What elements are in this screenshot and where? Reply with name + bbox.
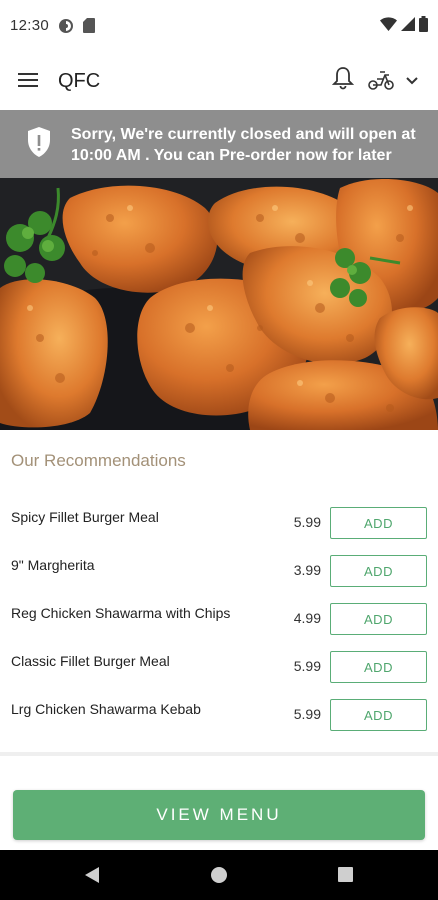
hero-image <box>0 178 438 430</box>
recents-icon[interactable] <box>338 867 353 882</box>
view-menu-button[interactable]: VIEW MENU <box>13 790 425 840</box>
app-title: QFC <box>58 70 101 92</box>
item-name: Lrg Chicken Shawarma Kebab <box>11 701 201 717</box>
add-button[interactable]: ADD <box>330 651 427 683</box>
system-nav-bar <box>0 850 438 900</box>
battery-icon <box>419 16 428 37</box>
add-button[interactable]: ADD <box>330 555 427 587</box>
item-name: Spicy Fillet Burger Meal <box>11 509 159 525</box>
item-price: 4.99 <box>293 610 321 626</box>
item-name: 9" Margherita <box>11 557 95 573</box>
closed-banner: Sorry, We're currently closed and will o… <box>0 110 438 178</box>
fried-chicken-photo <box>0 178 438 430</box>
section-divider <box>0 752 438 756</box>
signal-icon <box>401 17 415 36</box>
app-bar: QFC <box>0 52 438 110</box>
item-name: Reg Chicken Shawarma with Chips <box>11 605 231 621</box>
status-right-icons <box>380 16 428 37</box>
add-button[interactable]: ADD <box>330 699 427 731</box>
item-price: 5.99 <box>293 658 321 674</box>
status-bar: 12:30 <box>0 0 438 52</box>
item-price: 5.99 <box>293 706 321 722</box>
chevron-down-icon[interactable] <box>405 73 419 91</box>
back-icon[interactable] <box>84 866 100 889</box>
menu-icon[interactable] <box>18 72 40 90</box>
list-item: 9" Margherita 3.99 ADD <box>0 541 438 589</box>
closed-message: Sorry, We're currently closed and will o… <box>71 126 416 164</box>
recommendations-title: Our Recommendations <box>11 451 186 470</box>
item-price: 5.99 <box>293 514 321 530</box>
item-name: Classic Fillet Burger Meal <box>11 653 170 669</box>
wifi-icon <box>380 17 397 36</box>
list-item: Reg Chicken Shawarma with Chips 4.99 ADD <box>0 589 438 637</box>
shield-alert-icon <box>26 126 52 163</box>
list-item: Classic Fillet Burger Meal 5.99 ADD <box>0 637 438 685</box>
add-button[interactable]: ADD <box>330 603 427 635</box>
home-icon[interactable] <box>211 867 227 883</box>
list-item: Spicy Fillet Burger Meal 5.99 ADD <box>0 493 438 541</box>
sim-card-icon <box>83 18 95 38</box>
list-item: Lrg Chicken Shawarma Kebab 5.99 ADD <box>0 685 438 733</box>
add-button[interactable]: ADD <box>330 507 427 539</box>
data-saver-icon <box>58 18 74 39</box>
item-price: 3.99 <box>293 562 321 578</box>
recommendations-list: Spicy Fillet Burger Meal 5.99 ADD 9" Mar… <box>0 493 438 733</box>
scooter-icon[interactable] <box>367 69 395 96</box>
bell-icon[interactable] <box>331 66 355 95</box>
status-time: 12:30 <box>10 17 50 34</box>
